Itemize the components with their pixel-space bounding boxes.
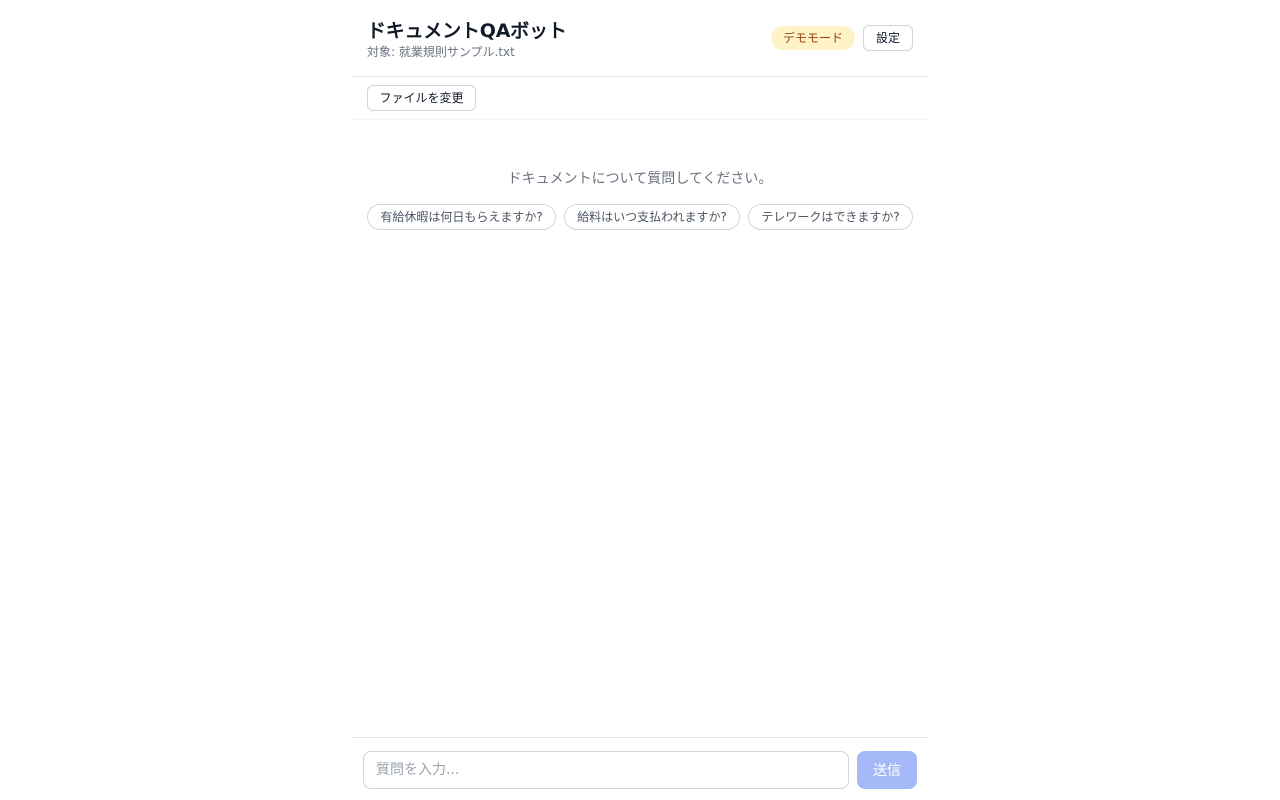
settings-button[interactable]: 設定 <box>863 25 913 51</box>
change-file-button[interactable]: ファイルを変更 <box>367 85 476 111</box>
suggested-questions: 有給休暇は何日もらえますか? 給料はいつ支払われますか? テレワークはできますか… <box>367 204 913 230</box>
suggestion-chip-paid-leave[interactable]: 有給休暇は何日もらえますか? <box>367 204 556 230</box>
question-input[interactable] <box>363 751 849 789</box>
chat-app: ドキュメントQAボット 対象: 就業規則サンプル.txt デモモード 設定 ファ… <box>351 0 929 800</box>
target-document-label: 対象: 就業規則サンプル.txt <box>367 45 515 59</box>
app-header: ドキュメントQAボット 対象: 就業規則サンプル.txt デモモード 設定 <box>351 0 929 77</box>
empty-state-prompt: ドキュメントについて質問してください。 <box>507 171 773 187</box>
file-toolbar: ファイルを変更 <box>351 77 929 120</box>
page-title: ドキュメントQAボット <box>367 20 567 42</box>
suggestion-chip-telework[interactable]: テレワークはできますか? <box>748 204 913 230</box>
message-composer: 送信 <box>351 737 929 800</box>
send-button[interactable]: 送信 <box>857 751 917 789</box>
suggestion-chip-payday[interactable]: 給料はいつ支払われますか? <box>564 204 740 230</box>
demo-mode-badge: デモモード <box>771 26 856 50</box>
